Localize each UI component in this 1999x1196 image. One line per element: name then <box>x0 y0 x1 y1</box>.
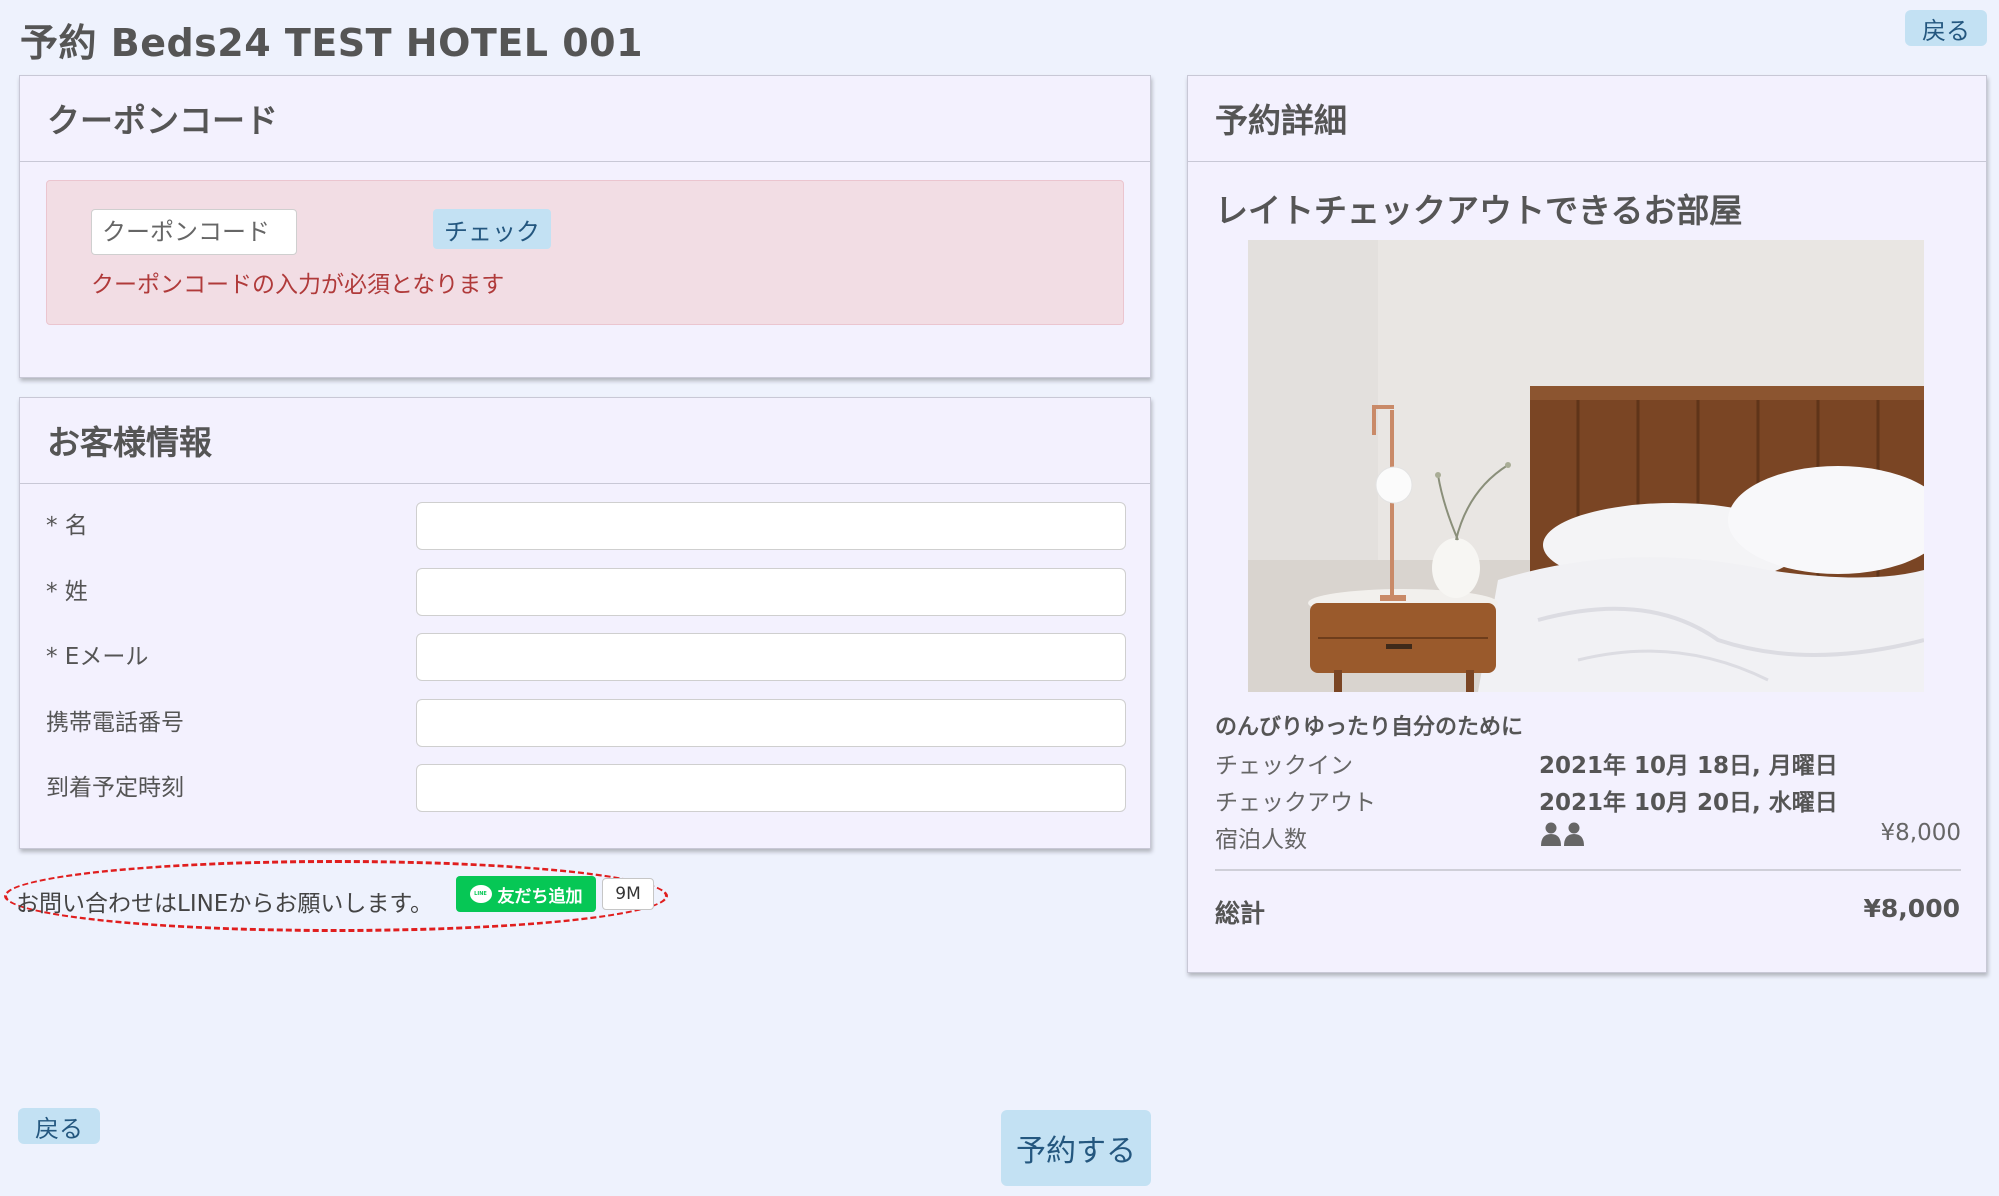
line-contact: お問い合わせはLINEからお願いします。 LINE 友だち追加 9M <box>4 860 676 938</box>
line-add-friend-button[interactable]: LINE 友だち追加 <box>456 876 596 912</box>
last-name-label: * 姓 <box>46 579 88 605</box>
mobile-field[interactable] <box>416 699 1126 747</box>
checkin-row: チェックイン 2021年 10月 18日, 月曜日 <box>1215 746 1961 780</box>
form-row-arrival-time: 到着予定時刻 <box>20 764 1150 814</box>
guests-price: ¥8,000 <box>1880 820 1961 846</box>
form-row-first-name: * 名 <box>20 502 1150 552</box>
form-row-email: * Eメール <box>20 633 1150 683</box>
page-title: 予約 Beds24 TEST HOTEL 001 <box>20 21 644 65</box>
coupon-alert: チェック クーポンコードの入力が必須となります <box>46 180 1124 325</box>
customer-heading: お客様情報 <box>20 398 1150 484</box>
checkout-row: チェックアウト 2021年 10月 20日, 水曜日 <box>1215 783 1961 817</box>
guests-label: 宿泊人数 <box>1215 827 1307 853</box>
checkin-date: 2021年 10月 18日, 月曜日 <box>1539 753 1838 779</box>
total-divider <box>1215 869 1961 871</box>
form-row-mobile: 携帯電話番号 <box>20 699 1150 749</box>
first-name-field[interactable] <box>416 502 1126 550</box>
line-contact-text: お問い合わせはLINEからお願いします。 <box>16 891 434 917</box>
checkin-label: チェックイン <box>1215 753 1353 779</box>
checkout-label: チェックアウト <box>1215 790 1376 816</box>
email-field[interactable] <box>416 633 1126 681</box>
coupon-input[interactable] <box>91 209 297 255</box>
back-button-top[interactable]: 戻る <box>1905 10 1987 46</box>
total-label: 総計 <box>1215 899 1266 928</box>
checkout-date: 2021年 10月 20日, 水曜日 <box>1539 790 1838 816</box>
email-label: * Eメール <box>46 644 149 670</box>
coupon-error-message: クーポンコードの入力が必須となります <box>91 272 505 298</box>
room-name: レイトチェックアウトできるお部屋 <box>1215 191 1743 230</box>
reservation-details-panel: 予約詳細 レイトチェックアウトできるお部屋 のんびりゆったり自分のために チェッ… <box>1187 75 1987 973</box>
form-row-last-name: * 姓 <box>20 568 1150 618</box>
last-name-field[interactable] <box>416 568 1126 616</box>
guests-row: 宿泊人数 ¥8,000 <box>1215 820 1961 854</box>
reserve-button[interactable]: 予約する <box>1001 1110 1151 1186</box>
guests-icon <box>1539 822 1587 852</box>
line-icon: LINE <box>469 885 492 903</box>
mobile-label: 携帯電話番号 <box>46 710 184 736</box>
details-heading: 予約詳細 <box>1188 76 1986 162</box>
coupon-heading: クーポンコード <box>20 76 1150 162</box>
coupon-panel: クーポンコード チェック クーポンコードの入力が必須となります <box>19 75 1151 378</box>
room-photo <box>1248 240 1924 692</box>
first-name-label: * 名 <box>46 513 88 539</box>
line-friend-count: 9M <box>602 878 654 910</box>
room-tagline: のんびりゆったり自分のために <box>1215 715 1524 740</box>
total-value: ¥8,000 <box>1863 894 1960 923</box>
back-button-bottom[interactable]: 戻る <box>18 1108 100 1144</box>
arrival-time-label: 到着予定時刻 <box>46 775 184 801</box>
arrival-time-field[interactable] <box>416 764 1126 812</box>
line-add-friend-label: 友だち追加 <box>497 886 583 907</box>
customer-panel: お客様情報 * 名 * 姓 * Eメール 携帯電話番号 到着予定時刻 <box>19 397 1151 849</box>
coupon-check-button[interactable]: チェック <box>433 209 551 249</box>
